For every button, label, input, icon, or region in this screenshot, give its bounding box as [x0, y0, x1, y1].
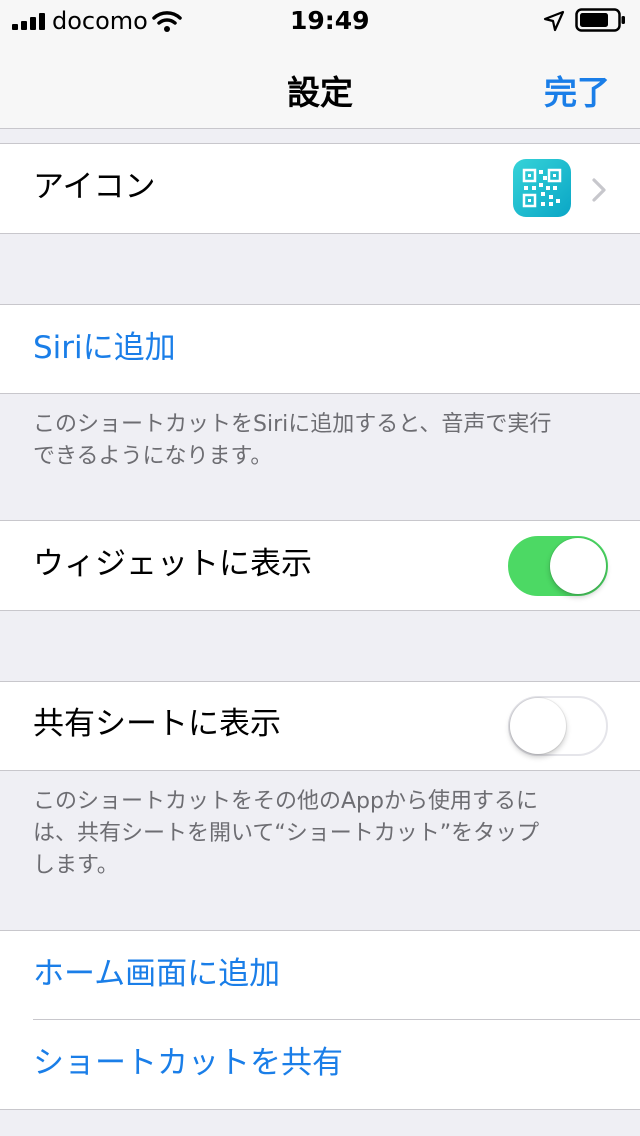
footer-line: このショートカットをその他のAppから使用するに	[33, 789, 538, 814]
footer-line: します。	[33, 853, 119, 878]
separator	[33, 1019, 640, 1020]
widget-toggle[interactable]	[508, 536, 608, 596]
status-bar: docomo 19:49	[0, 0, 640, 40]
signal-icon	[12, 12, 48, 34]
footer-line: このショートカットをSiriに追加すると、音声で実行	[33, 412, 552, 437]
add-to-home-screen-button[interactable]: ホーム画面に追加	[33, 959, 280, 990]
separator	[0, 1109, 640, 1110]
widget-row: ウィジェットに表示	[0, 521, 640, 610]
separator	[0, 610, 640, 611]
battery-icon	[575, 8, 627, 36]
footer-line: できるようになります。	[33, 444, 273, 469]
wifi-icon	[152, 9, 182, 37]
done-button[interactable]: 完了	[544, 66, 610, 114]
navigation-bar: 設定 完了	[0, 40, 640, 129]
toggle-knob	[510, 698, 566, 754]
clock: 19:49	[290, 6, 370, 35]
toggle-knob	[550, 538, 606, 594]
separator	[0, 233, 640, 234]
share-sheet-toggle[interactable]	[508, 696, 608, 756]
location-icon	[543, 10, 565, 36]
share-shortcut-button[interactable]: ショートカットを共有	[33, 1048, 343, 1079]
share-sheet-label: 共有シートに表示	[33, 706, 281, 742]
qr-code-app-icon	[513, 159, 571, 221]
carrier-name: docomo	[52, 7, 148, 35]
share-sheet-row: 共有シートに表示	[0, 682, 640, 770]
add-to-siri-button[interactable]: Siriに追加	[33, 333, 176, 364]
add-to-siri-row[interactable]: Siriに追加	[0, 305, 640, 393]
separator	[0, 770, 640, 771]
chevron-right-icon	[591, 177, 607, 207]
footer-line: は、共有シートを開いて“ショートカット”をタップ	[33, 821, 540, 846]
share-sheet-footer-note: このショートカットをその他のAppから使用するに は、共有シートを開いて“ショー…	[33, 786, 623, 882]
icon-row-label: アイコン	[33, 169, 156, 205]
separator	[0, 393, 640, 394]
widget-label: ウィジェットに表示	[33, 546, 312, 582]
actions-group: ホーム画面に追加 ショートカットを共有	[0, 931, 640, 1109]
siri-footer-note: このショートカットをSiriに追加すると、音声で実行 できるようになります。	[33, 409, 623, 473]
icon-row[interactable]: アイコン	[0, 144, 640, 233]
